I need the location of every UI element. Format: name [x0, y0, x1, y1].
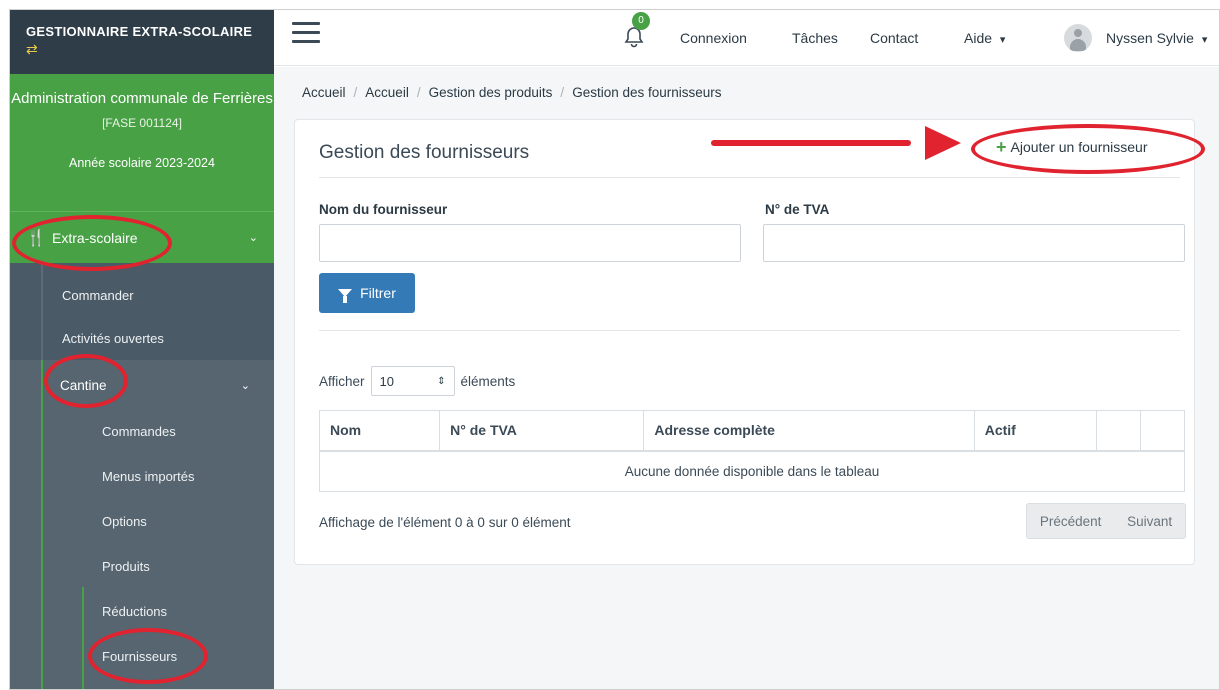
- nav-taches[interactable]: Tâches: [792, 30, 838, 46]
- divider: [319, 330, 1180, 331]
- previous-button[interactable]: Précédent: [1040, 514, 1102, 529]
- swap-icon[interactable]: ⇄: [26, 41, 258, 58]
- divider: [319, 177, 1180, 178]
- sidebar-item-menus[interactable]: Menus importés: [102, 469, 194, 484]
- filter-button[interactable]: Filtrer: [319, 273, 415, 313]
- organization-panel: Administration communale de Ferrières [F…: [10, 74, 274, 211]
- suppliers-table: Nom N° de TVA Adresse complète Actif Auc…: [319, 410, 1185, 492]
- col-adresse[interactable]: Adresse complète: [643, 410, 975, 452]
- brand-title: GESTIONNAIRE EXTRA-SCOLAIRE: [26, 24, 253, 39]
- chevron-down-icon: ⌄: [240, 379, 250, 392]
- sidebar: GESTIONNAIRE EXTRA-SCOLAIRE ⇄ Administra…: [10, 10, 274, 689]
- page-length: Afficher 10 ⇕ éléments: [319, 366, 515, 396]
- supplier-name-input[interactable]: [319, 224, 741, 262]
- active-guide: [82, 587, 84, 689]
- annotation-oval-cantine: [44, 354, 128, 408]
- page-length-select[interactable]: 10 ⇕: [370, 366, 455, 396]
- col-nom[interactable]: Nom: [319, 410, 441, 452]
- breadcrumb-item[interactable]: Accueil: [365, 85, 409, 100]
- vat-input[interactable]: [763, 224, 1185, 262]
- col-action-2: [1140, 410, 1185, 452]
- notification-badge: 0: [632, 12, 650, 30]
- table-row: Aucune donnée disponible dans le tableau: [320, 451, 1185, 492]
- nav-connexion[interactable]: Connexion: [680, 30, 747, 46]
- col-actif[interactable]: Actif: [974, 410, 1097, 452]
- empty-message: Aucune donnée disponible dans le tableau: [624, 463, 880, 479]
- app-window: GESTIONNAIRE EXTRA-SCOLAIRE ⇄ Administra…: [9, 9, 1220, 690]
- sidebar-item-activites[interactable]: Activités ouvertes: [62, 331, 164, 346]
- school-year: Année scolaire 2023-2024: [69, 156, 215, 170]
- filter-icon: [338, 289, 353, 303]
- main-content: Accueil / Accueil / Gestion des produits / Ges…: [274, 67, 1219, 689]
- brand[interactable]: GESTIONNAIRE EXTRA-SCOLAIRE ⇄: [10, 10, 274, 74]
- table-info: Affichage de l'élément 0 à 0 sur 0 éléme…: [319, 515, 571, 530]
- sidebar-item-commander[interactable]: Commander: [62, 288, 134, 303]
- sidebar-item-options[interactable]: Options: [102, 514, 147, 529]
- filter-label: Filtrer: [360, 285, 396, 301]
- sidebar-item-produits[interactable]: Produits: [102, 559, 150, 574]
- show-prefix: Afficher: [319, 373, 365, 389]
- annotation-oval-fournisseurs: [88, 628, 208, 684]
- annotation-arrow: [711, 140, 911, 146]
- avatar[interactable]: [1064, 24, 1092, 52]
- chevron-down-icon: ▾: [1201, 34, 1208, 46]
- user-menu[interactable]: Nyssen Sylvie ▾: [1106, 30, 1207, 46]
- page-title: Gestion des fournisseurs: [319, 142, 530, 163]
- nav-aide[interactable]: Aide ▾: [964, 30, 1005, 46]
- chevron-down-icon: ⌄: [248, 232, 258, 244]
- menu-icon[interactable]: [292, 22, 320, 44]
- org-name: Administration communale de Ferrières: [11, 90, 273, 107]
- annotation-oval-add: [971, 124, 1205, 174]
- cantine-guide: [41, 360, 43, 689]
- pagination: Précédent Suivant: [1026, 503, 1186, 539]
- vat-label: N° de TVA: [765, 202, 830, 217]
- breadcrumb-current: Gestion des fournisseurs: [572, 85, 722, 100]
- breadcrumb: Accueil / Accueil / Gestion des produits / Ges…: [302, 85, 722, 100]
- sidebar-item-reductions[interactable]: Réductions: [102, 604, 167, 619]
- page-length-value: 10: [379, 373, 394, 389]
- suppliers-card: Gestion des fournisseurs + Ajouter un fou…: [294, 119, 1205, 565]
- submenu: Commander Activités ouvertes Cantine ⌄ C…: [10, 263, 274, 689]
- topbar: 0 Connexion Tâches Contact Aide ▾ Nyssen…: [274, 10, 1219, 66]
- col-tva[interactable]: N° de TVA: [439, 410, 645, 452]
- next-button[interactable]: Suivant: [1127, 514, 1172, 529]
- nav-contact[interactable]: Contact: [870, 30, 918, 46]
- table-header: Nom N° de TVA Adresse complète Actif: [319, 410, 1185, 452]
- breadcrumb-item[interactable]: Accueil: [302, 85, 346, 100]
- chevron-down-icon: ▾: [999, 34, 1006, 46]
- annotation-arrow-head: [925, 126, 961, 160]
- nav-aide-label: Aide: [964, 30, 993, 46]
- user-name: Nyssen Sylvie: [1106, 30, 1194, 46]
- updown-icon: ⇕: [437, 375, 446, 387]
- org-code: [FASE 001124]: [102, 116, 182, 130]
- sidebar-item-commandes[interactable]: Commandes: [102, 424, 176, 439]
- breadcrumb-item[interactable]: Gestion des produits: [429, 85, 553, 100]
- col-action-1: [1096, 410, 1141, 452]
- show-suffix: éléments: [460, 373, 516, 389]
- supplier-name-label: Nom du fournisseur: [319, 202, 448, 217]
- annotation-oval-extra: [12, 215, 172, 271]
